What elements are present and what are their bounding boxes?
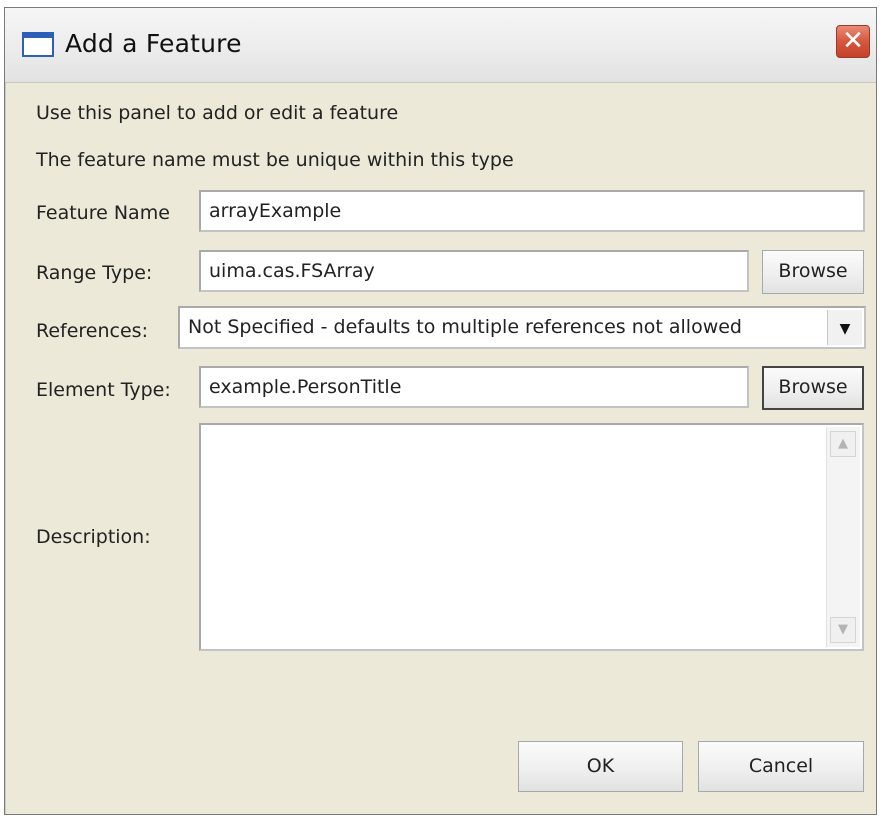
range-type-browse-button[interactable]: Browse (762, 250, 864, 294)
description-label: Description: (36, 526, 151, 548)
intro-line-1: Use this panel to add or edit a feature (36, 102, 399, 124)
references-label: References: (36, 320, 148, 342)
dialog-title: Add a Feature (65, 29, 242, 58)
description-textarea[interactable]: ▲ ▼ (199, 423, 864, 651)
range-type-input[interactable]: uima.cas.FSArray (199, 250, 749, 292)
references-selected-value: Not Specified - defaults to multiple ref… (188, 316, 742, 338)
feature-name-input[interactable]: arrayExample (199, 190, 865, 232)
title-bar[interactable]: Add a Feature ✕ (5, 8, 876, 83)
scroll-up-icon[interactable]: ▲ (830, 431, 856, 457)
element-type-browse-button[interactable]: Browse (762, 366, 864, 410)
feature-name-label: Feature Name (36, 202, 170, 224)
element-type-label: Element Type: (36, 379, 171, 401)
chevron-down-icon[interactable]: ▼ (827, 310, 862, 345)
intro-line-2: The feature name must be unique within t… (36, 149, 514, 171)
references-select[interactable]: Not Specified - defaults to multiple ref… (178, 306, 866, 349)
add-feature-dialog: Add a Feature ✕ Use this panel to add or… (4, 7, 877, 815)
window-icon (22, 32, 54, 57)
scroll-down-icon[interactable]: ▼ (830, 617, 856, 643)
close-icon: ✕ (842, 26, 864, 56)
range-type-label: Range Type: (36, 262, 153, 284)
cancel-button[interactable]: Cancel (698, 741, 864, 792)
element-type-input[interactable]: example.PersonTitle (199, 366, 749, 408)
close-button[interactable]: ✕ (836, 25, 870, 58)
ok-button[interactable]: OK (518, 741, 683, 792)
description-scrollbar[interactable]: ▲ ▼ (826, 427, 860, 647)
